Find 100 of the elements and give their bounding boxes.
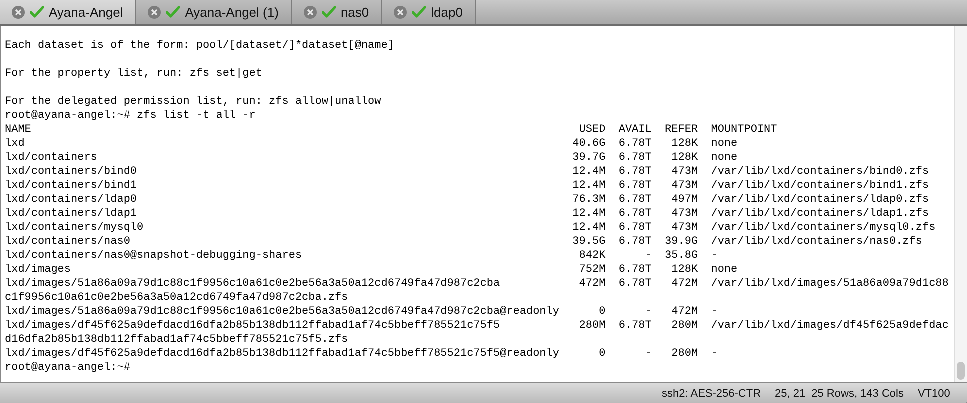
table-cell-text: 280M	[670, 347, 698, 361]
table-cell-text: lxd/containers	[5, 151, 98, 165]
table-cell-text: lxd/containers/nas0	[5, 235, 132, 249]
table-cell: 39.7G	[572, 151, 606, 165]
checkmark-icon	[322, 6, 336, 18]
table-cell: 39.9G	[665, 235, 698, 249]
checkmark-icon	[30, 6, 44, 18]
table-cell-text: 128K	[670, 263, 698, 277]
table-cell: 6.78T	[618, 277, 652, 291]
column-header: MOUNTPOINT	[711, 123, 778, 137]
table-cell: 6.78T	[618, 221, 652, 235]
table-cell: 40.6G	[572, 137, 606, 151]
table-cell-text: 128K	[670, 151, 698, 165]
tab[interactable]: Ayana-Angel	[0, 0, 136, 24]
table-cell: /var/lib/lxd/containers/mysql0.zfs	[711, 221, 936, 235]
table-cell: -	[711, 305, 718, 319]
table-cell-text: lxd/containers/ldap1	[5, 207, 138, 221]
table-cell: -	[711, 249, 718, 263]
table-cell-text: lxd/images/51a86a09a79d1c88c1f9956c10a61c0e2be56a3a50a12cd6749fa47d987c2cba	[5, 277, 502, 291]
table-cell: 6.78T	[618, 165, 652, 179]
table-cell: 6.78T	[618, 235, 652, 249]
table-cell: 39.5G	[572, 235, 606, 249]
column-header: NAME	[5, 123, 32, 137]
status-text: 25 Rows, 143 Cols	[812, 388, 904, 400]
table-cell: /var/lib/lxd/containers/bind0.zfs	[711, 165, 930, 179]
table-cell: -	[711, 347, 718, 361]
table-cell-text: -	[644, 305, 652, 319]
table-cell: 12.4M	[572, 165, 606, 179]
table-cell-text: 472M	[578, 277, 606, 291]
table-cell: 12.4M	[572, 179, 606, 193]
tab[interactable]: nas0	[292, 0, 382, 24]
table-cell-text: 842K	[578, 249, 606, 263]
table-cell: 35.8G	[665, 249, 698, 263]
column-header: AVAIL	[618, 123, 652, 137]
table-cell: /var/lib/lxd/containers/nas0.zfs	[711, 235, 922, 249]
table-cell-text: 280M	[670, 319, 698, 333]
checkmark-icon	[412, 6, 426, 18]
terminal-line: root@ayana-angel:~# zfs list -t all -r	[5, 109, 257, 123]
table-cell-text: 497M	[670, 193, 698, 207]
terminal-line: Each dataset is of the form: pool/[dataset/]*dataset[@name]	[5, 39, 396, 53]
table-cell-text: 473M	[670, 221, 698, 235]
table-cell-text: lxd	[5, 137, 26, 151]
table-cell: lxd/images/df45f625a9defdacd16dfa2b85b138db112ffabad1af74c5bbeff785521c75f5@readonly	[5, 347, 560, 361]
table-cell: 6.78T	[618, 319, 652, 333]
table-cell: /var/lib/lxd/images/df45f625a9defdac	[711, 319, 949, 333]
table-cell: 12.4M	[572, 207, 606, 221]
terminal-line: For the property list, run: zfs set|get	[5, 67, 264, 81]
wrapped-line: c1f9956c10a61c0e2be56a3a50a12cd6749fa47d987c2cba.zfs	[5, 291, 350, 305]
table-cell-text: lxd/containers/ldap0	[5, 193, 138, 207]
table-cell: 76.3M	[572, 193, 606, 207]
table-cell-text: 752M	[578, 263, 606, 277]
table-cell-text: 472M	[670, 305, 698, 319]
close-icon[interactable]	[12, 6, 25, 18]
table-cell: none	[711, 137, 738, 151]
table-cell: /var/lib/lxd/containers/bind1.zfs	[711, 179, 930, 193]
status-text: VT100	[918, 388, 950, 400]
scrollbar[interactable]	[954, 26, 967, 382]
scrollbar-thumb[interactable]	[957, 362, 965, 380]
table-cell-text: lxd/images	[5, 263, 72, 277]
table-cell: 6.78T	[618, 263, 652, 277]
table-cell-text: lxd/containers/bind1	[5, 179, 138, 193]
close-icon[interactable]	[394, 6, 408, 18]
table-cell-text: 472M	[670, 277, 698, 291]
table-cell-text: -	[644, 249, 652, 263]
table-cell-text: 473M	[670, 179, 698, 193]
table-cell: /var/lib/lxd/images/51a86a09a79d1c88	[711, 277, 949, 291]
tab[interactable]: Ayana-Angel (1)	[136, 0, 292, 24]
checkmark-icon	[166, 6, 180, 18]
table-cell-text: lxd/containers/bind0	[5, 165, 138, 179]
table-cell-text: 0	[598, 305, 606, 319]
column-header: REFER	[665, 123, 698, 137]
table-cell-text: 473M	[670, 165, 698, 179]
table-cell: 6.78T	[618, 151, 652, 165]
table-cell: /var/lib/lxd/containers/ldap0.zfs	[711, 193, 930, 207]
table-cell-text: 280M	[578, 319, 606, 333]
table-cell-text: 473M	[670, 207, 698, 221]
table-cell-text: 128K	[670, 137, 698, 151]
table-cell-text: lxd/images/df45f625a9defdacd16dfa2b85b138db112ffabad1af74c5bbeff785521c75f5	[5, 319, 502, 333]
wrapped-line: d16dfa2b85b138db112ffabad1af74c5bbeff785521c75f5.zfs	[5, 333, 350, 347]
terminal-line: For the delegated permission list, run: zfs allow|unallow	[5, 95, 382, 109]
table-cell: none	[711, 151, 738, 165]
table-cell: /var/lib/lxd/containers/ldap1.zfs	[711, 207, 930, 221]
terminal-line: root@ayana-angel:~#	[5, 361, 132, 375]
tab[interactable]: ldap0	[382, 0, 476, 24]
table-cell-text: 0	[598, 347, 606, 361]
table-cell-text: lxd/containers/nas0@snapshot-debugging-shares	[5, 249, 304, 263]
table-cell: 6.78T	[618, 207, 652, 221]
close-icon[interactable]	[304, 6, 317, 18]
table-cell: 6.78T	[618, 179, 652, 193]
status-text: ssh2: AES-256-CTR	[662, 388, 762, 400]
table-cell: 6.78T	[618, 193, 652, 207]
close-icon[interactable]	[148, 6, 162, 18]
column-header: USED	[578, 123, 606, 137]
table-cell: 12.4M	[572, 221, 606, 235]
table-cell: none	[711, 263, 738, 277]
status-text: 25, 21	[775, 388, 806, 400]
table-cell-text: lxd/containers/mysql0	[5, 221, 145, 235]
table-cell: 6.78T	[618, 137, 652, 151]
table-cell: lxd/images/51a86a09a79d1c88c1f9956c10a61c0e2be56a3a50a12cd6749fa47d987c2cba@readonly	[5, 305, 560, 319]
table-cell-text: -	[644, 347, 652, 361]
